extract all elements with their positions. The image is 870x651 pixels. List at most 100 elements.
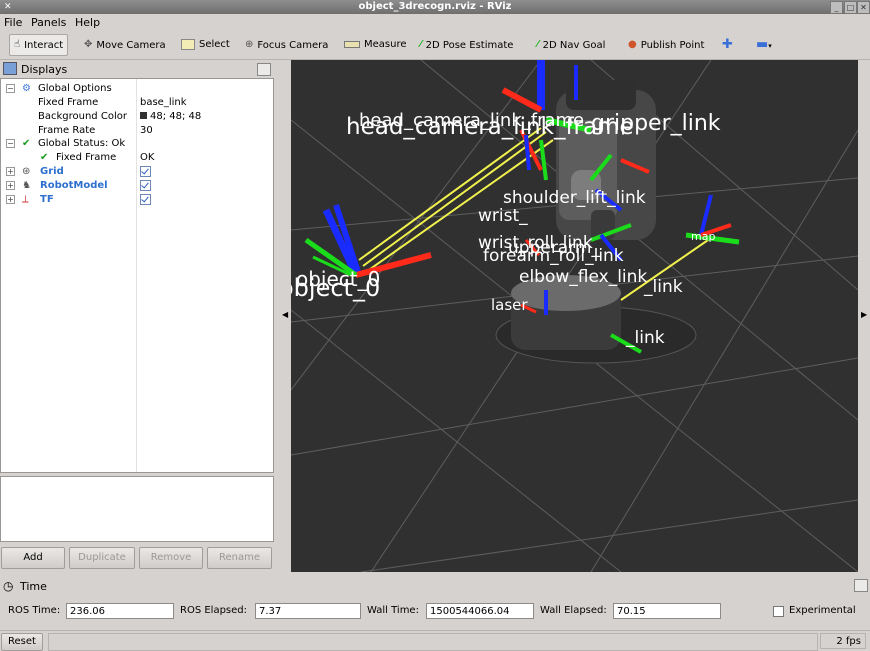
map-frame-label: map (691, 230, 715, 243)
checkbox-icon (140, 166, 151, 177)
remove-tool-button[interactable]: ▬▾ (756, 35, 772, 55)
rename-button[interactable]: Rename (207, 547, 272, 569)
fixed-frame-value[interactable]: base_link (140, 96, 187, 109)
tree-row-global-status[interactable]: − ✔ Global Status: Ok (1, 137, 273, 150)
hand-icon: ☝ (14, 39, 21, 50)
pose-estimate-label: 2D Pose Estimate (425, 40, 514, 51)
expand-icon[interactable]: + (6, 167, 15, 176)
reset-button[interactable]: Reset (1, 633, 43, 651)
experimental-checkbox[interactable] (773, 606, 784, 617)
background-color-value[interactable]: 48; 48; 48 (140, 110, 201, 123)
select-tool[interactable]: Select (181, 35, 230, 55)
tree-row-robot-model[interactable]: + ♞ RobotModel (1, 179, 273, 192)
robot-model-checkbox[interactable] (140, 179, 151, 194)
description-pane (0, 476, 274, 542)
remove-button[interactable]: Remove (139, 547, 203, 569)
left-splitter[interactable]: ◀ (279, 60, 291, 572)
nav-goal-label: 2D Nav Goal (542, 40, 606, 51)
tree-row-frame-rate[interactable]: Frame Rate 30 (1, 124, 273, 137)
ros-elapsed-label: ROS Elapsed: (180, 605, 247, 616)
ros-time-field[interactable]: 236.06 (66, 603, 174, 619)
wall-elapsed-label: Wall Elapsed: (540, 605, 607, 616)
close-icon[interactable]: ✕ (857, 1, 870, 14)
menu-file[interactable]: File (4, 16, 22, 29)
collapse-icon[interactable]: − (6, 84, 15, 93)
check-icon: ✔ (40, 152, 49, 163)
green-arrow-icon: ⁄ (537, 39, 539, 50)
tree-row-background-color[interactable]: Background Color 48; 48; 48 (1, 110, 273, 123)
gripper-frame-label: gripper_link (591, 111, 721, 136)
robot-model-label: RobotModel (40, 180, 108, 191)
add-tool-button[interactable]: ✚ (722, 35, 733, 55)
tree-row-tf[interactable]: + ⟂ TF (1, 193, 273, 206)
check-icon: ✔ (22, 138, 31, 149)
pose-estimate-tool[interactable]: ⁄ 2D Pose Estimate (420, 35, 513, 55)
elbow-frame-label: elbow_flex_link (519, 267, 647, 287)
tree-row-grid[interactable]: + ⊛ Grid (1, 165, 273, 178)
publish-point-label: Publish Point (640, 40, 705, 51)
upperarm-frame-label: upperarm_ (508, 238, 600, 258)
laser-frame-label: laser (491, 296, 528, 314)
3d-viewport[interactable]: head_camera_link_frame head_camera_link_… (291, 60, 858, 572)
ros-elapsed-field[interactable]: 7.37 (255, 603, 361, 619)
select-label: Select (199, 39, 230, 50)
maximize-icon[interactable]: □ (844, 1, 857, 14)
grid-icon: ⊛ (22, 166, 31, 177)
arrow-right-icon[interactable]: ▶ (861, 310, 867, 319)
duplicate-button[interactable]: Duplicate (69, 547, 135, 569)
wall-elapsed-field[interactable]: 70.15 (613, 603, 721, 619)
frame-rate-label: Frame Rate (38, 125, 96, 136)
move-icon: ✥ (84, 39, 93, 50)
interact-tool[interactable]: ☝ Interact (9, 34, 69, 56)
minus-icon: ▬ (756, 37, 769, 52)
nav-goal-tool[interactable]: ⁄ 2D Nav Goal (537, 35, 605, 55)
add-button[interactable]: Add (1, 547, 65, 569)
tf-label: TF (40, 194, 54, 205)
object-frame-label-2: object_0 (296, 267, 380, 291)
axes-icon: ⟂ (22, 194, 29, 205)
plus-icon: ✚ (722, 37, 733, 52)
fps-display: 2 fps (820, 633, 866, 649)
collapse-icon[interactable]: − (6, 139, 15, 148)
color-swatch (140, 112, 147, 119)
publish-point-tool[interactable]: ● Publish Point (628, 35, 704, 55)
undock-icon[interactable] (257, 63, 271, 76)
experimental-label: Experimental (789, 605, 856, 616)
displays-title: Displays (21, 63, 68, 76)
measure-label: Measure (364, 39, 407, 50)
scene-render[interactable]: head_camera_link_frame head_camera_link_… (291, 60, 858, 572)
time-title: Time (20, 580, 47, 593)
grid-label: Grid (40, 166, 64, 177)
select-icon (181, 38, 195, 50)
base-frame-label: _link (625, 328, 665, 348)
title-bar: ✕ object_3drecogn.rviz - RViz _ □ ✕ (0, 0, 870, 14)
tf-checkbox[interactable] (140, 193, 151, 208)
tree-row-global-options[interactable]: − ⚙ Global Options (1, 82, 273, 95)
right-splitter[interactable]: ▶ (858, 60, 870, 572)
focus-icon: ⊕ (245, 39, 254, 50)
expand-icon[interactable]: + (6, 195, 15, 204)
ruler-icon (344, 40, 360, 48)
focus-camera-tool[interactable]: ⊕ Focus Camera (245, 35, 328, 55)
window-title: object_3drecogn.rviz - RViz (358, 1, 512, 12)
minimize-icon[interactable]: _ (830, 1, 843, 14)
clock-icon: ◷ (3, 579, 14, 593)
fixed-frame-label: Fixed Frame (38, 97, 99, 108)
frame-rate-value[interactable]: 30 (140, 124, 153, 137)
grid-checkbox[interactable] (140, 165, 151, 180)
wall-time-label: Wall Time: (367, 605, 419, 616)
move-camera-tool[interactable]: ✥ Move Camera (84, 35, 166, 55)
menu-panels[interactable]: Panels (31, 16, 66, 29)
ros-time-label: ROS Time: (8, 605, 61, 616)
menu-help[interactable]: Help (75, 16, 100, 29)
arrow-left-icon[interactable]: ◀ (282, 310, 288, 319)
undock-icon[interactable] (854, 579, 868, 592)
status-message-area (48, 633, 818, 651)
measure-tool[interactable]: Measure (344, 35, 407, 55)
expand-icon[interactable]: + (6, 181, 15, 190)
tree-row-fixed-frame[interactable]: Fixed Frame base_link (1, 96, 273, 109)
wall-time-field[interactable]: 1500544066.04 (426, 603, 534, 619)
status-fixed-frame-label: Fixed Frame (56, 152, 117, 163)
tree-row-status-fixed-frame[interactable]: ✔ Fixed Frame OK (1, 151, 273, 164)
status-bar: Reset 2 fps (0, 630, 870, 651)
